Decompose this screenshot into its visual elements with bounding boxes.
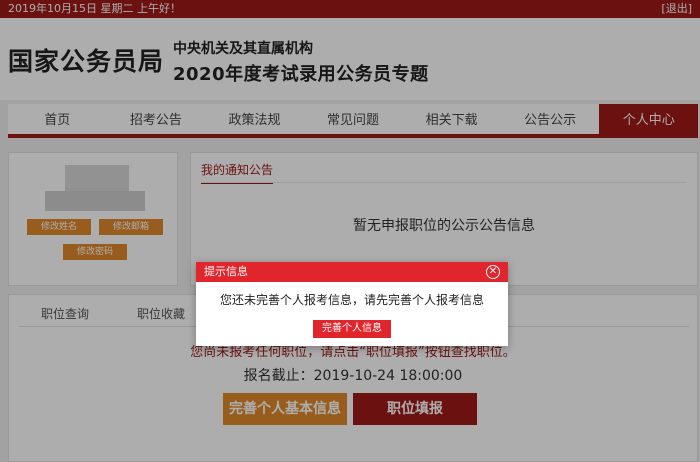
dialog-message: 您还未完善个人报考信息，请先完善个人报考信息 (219, 293, 484, 307)
modal-overlay (0, 0, 700, 462)
close-icon[interactable]: ✕ (486, 265, 500, 279)
dialog-title: 提示信息 (204, 265, 248, 278)
complete-personal-info-button[interactable]: 完善个人信息 (313, 320, 391, 338)
prompt-dialog: 提示信息 ✕ 您还未完善个人报考信息，请先完善个人报考信息 完善个人信息 (196, 262, 508, 346)
dialog-header: 提示信息 ✕ (196, 262, 508, 282)
